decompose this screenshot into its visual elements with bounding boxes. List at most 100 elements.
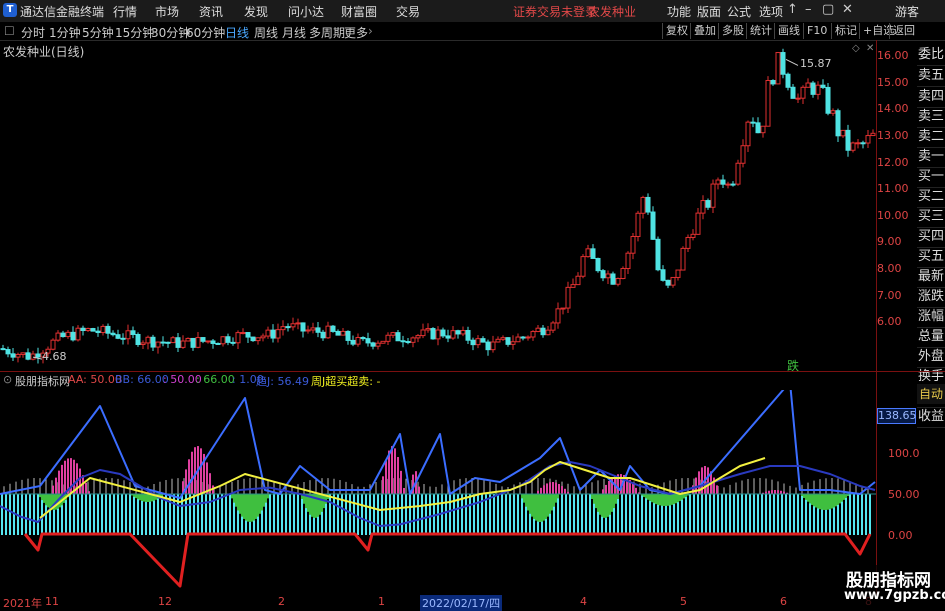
quote-item[interactable]: 卖一 <box>917 146 945 168</box>
quote-item[interactable]: 涨跌 <box>917 286 945 308</box>
period-bar: ☐ 分时 1分钟 5分钟 15分钟 30分钟 60分钟 日线 周线 月线 多周期… <box>0 22 945 41</box>
candle <box>515 336 521 343</box>
quote-item[interactable]: 买三 <box>917 206 945 228</box>
candle <box>15 353 21 358</box>
quote-item[interactable]: 卖四 <box>917 86 945 108</box>
quote-item[interactable]: 总量 <box>917 326 945 348</box>
candle <box>525 336 531 339</box>
quote-item[interactable]: 买四 <box>917 226 945 248</box>
quote-item[interactable]: 涨幅 <box>917 306 945 328</box>
period-more[interactable]: 更多 <box>344 24 368 41</box>
quote-item[interactable]: 卖五 <box>917 65 945 87</box>
candlestick-chart[interactable] <box>0 40 876 370</box>
chevron-right-icon[interactable]: › <box>368 24 373 38</box>
candle <box>825 86 831 114</box>
candle <box>230 341 236 344</box>
quote-item[interactable]: 收益 <box>917 406 945 428</box>
menu-shichang[interactable]: 市场 <box>155 3 179 20</box>
candle <box>675 269 681 278</box>
btn-fanhui[interactable]: 返回 <box>889 23 918 39</box>
restore-icon[interactable]: ▢ <box>822 2 834 17</box>
login-notice[interactable]: 证券交易未登录 <box>513 3 597 20</box>
menu-faxian[interactable]: 发现 <box>244 3 268 20</box>
btn-fuquan[interactable]: 复权 <box>662 23 691 39</box>
candle <box>215 342 221 345</box>
quote-item[interactable]: 买五 <box>917 246 945 268</box>
period-5min[interactable]: 5分钟 <box>82 24 114 41</box>
candle <box>680 247 686 271</box>
indicator-toggle-icon[interactable]: ⊙ <box>3 373 12 386</box>
close-chart-icon[interactable]: ✕ <box>866 43 874 54</box>
btn-huaxian[interactable]: 画线 <box>774 23 803 39</box>
btn-biaoji[interactable]: 标记 <box>831 23 860 39</box>
candle <box>640 196 646 214</box>
menu-hangqing[interactable]: 行情 <box>113 3 137 20</box>
btn-duogu[interactable]: 多股 <box>718 23 747 39</box>
indicator-param: : 66.00 <box>196 373 235 386</box>
price-label: 12.00 <box>877 156 909 169</box>
btn-diejia[interactable]: 叠加 <box>690 23 719 39</box>
btn-f10[interactable]: F10 <box>803 23 830 39</box>
indicator-param: 趋J: 56.49 <box>256 375 309 388</box>
period-60min[interactable]: 60分钟 <box>186 24 225 41</box>
menu-caifuquan[interactable]: 财富圈 <box>341 3 377 20</box>
candle <box>580 256 586 277</box>
quote-item[interactable]: 委比 <box>917 44 945 66</box>
candle <box>475 338 481 346</box>
quote-item[interactable]: 买一 <box>917 166 945 188</box>
date-label: 1 <box>378 595 385 608</box>
candle <box>480 338 486 343</box>
quote-item[interactable]: 外盘 <box>917 346 945 368</box>
candle <box>140 342 146 345</box>
candle <box>655 238 661 271</box>
menu-jiaoyi[interactable]: 交易 <box>396 3 420 20</box>
minimize-icon[interactable]: – <box>805 2 812 17</box>
title-bar: T 通达信金融终端 行情 市场 资讯 发现 问小达 财富圈 交易 证券交易未登录… <box>0 0 945 23</box>
candle <box>660 269 666 281</box>
quote-item[interactable]: 买二 <box>917 186 945 208</box>
auto-button[interactable]: 自动 <box>917 384 945 404</box>
quote-item[interactable]: 最新 <box>917 266 945 288</box>
candle <box>155 341 161 348</box>
guest-label[interactable]: 游客 <box>895 3 919 20</box>
period-15min[interactable]: 15分钟 <box>115 24 154 41</box>
candle <box>695 212 701 235</box>
candle <box>80 327 86 332</box>
indicator-chart[interactable] <box>0 390 876 596</box>
candle <box>560 307 566 310</box>
candle <box>205 340 211 343</box>
candle <box>595 257 601 272</box>
candle <box>285 326 291 329</box>
menu-wenxiaoda[interactable]: 问小达 <box>288 3 324 20</box>
period-monthly[interactable]: 月线 <box>282 24 306 41</box>
menu-xuanxiang[interactable]: 选项 <box>759 3 783 20</box>
period-1min[interactable]: 1分钟 <box>49 24 81 41</box>
period-fenshi[interactable]: 分时 <box>21 24 45 41</box>
candle <box>620 268 626 280</box>
period-daily[interactable]: 日线 <box>225 24 249 41</box>
candle <box>450 330 456 339</box>
candle <box>380 340 386 344</box>
candle <box>100 325 106 334</box>
candle <box>340 330 346 336</box>
indicator-name[interactable]: 股朋指标网 <box>15 373 70 389</box>
close-icon[interactable]: ✕ <box>842 2 853 17</box>
menu-banmian[interactable]: 版面 <box>697 3 721 20</box>
candle <box>575 275 581 286</box>
arrow-up-icon[interactable]: ↑ <box>787 2 798 17</box>
quote-item[interactable]: 卖二 <box>917 126 945 148</box>
period-multi[interactable]: 多周期 <box>309 24 345 41</box>
menu-zixun[interactable]: 资讯 <box>199 3 223 20</box>
menu-gongneng[interactable]: 功能 <box>667 3 691 20</box>
candle <box>370 342 376 347</box>
period-30min[interactable]: 30分钟 <box>151 24 190 41</box>
menu-gongshi[interactable]: 公式 <box>727 3 751 20</box>
period-weekly[interactable]: 周线 <box>254 24 278 41</box>
date-axis: 2021年 11 12 1 2 2022/02/17/四 4 5 6 8 <box>0 595 880 611</box>
diamond-icon[interactable]: ◇ <box>852 43 860 54</box>
quote-item[interactable]: 卖三 <box>917 106 945 128</box>
candle <box>240 332 246 335</box>
candle <box>55 332 61 341</box>
candle <box>130 330 136 335</box>
btn-tongji[interactable]: 统计 <box>746 23 775 39</box>
